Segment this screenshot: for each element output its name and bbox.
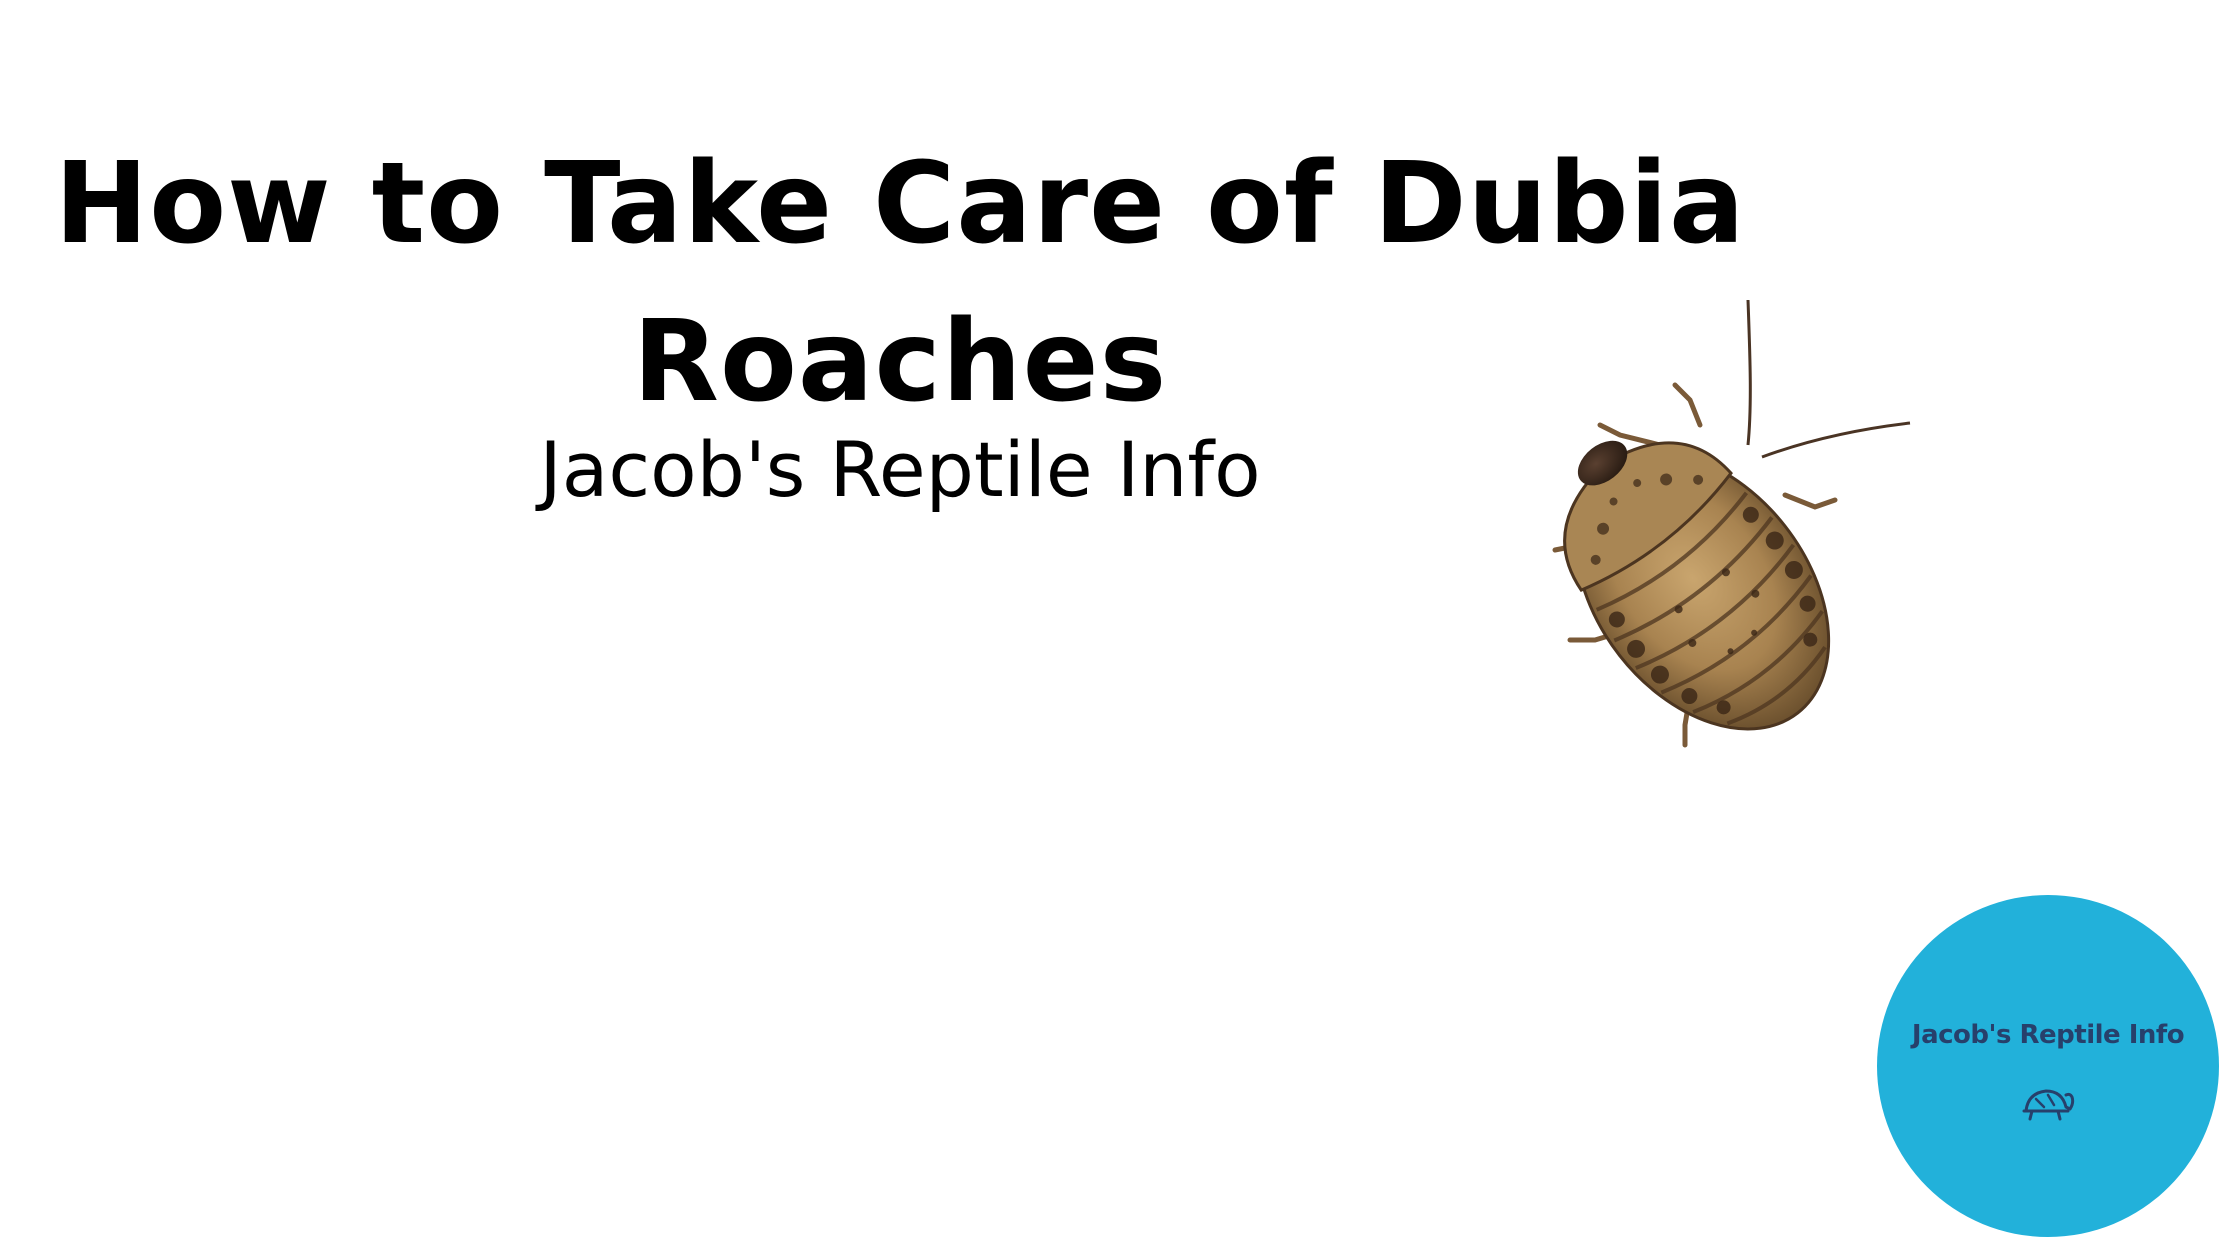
thumbnail-canvas: How to Take Care of Dubia Roaches Jacob'… [0, 0, 2240, 1260]
logo-badge: Jacob's Reptile Info [1877, 895, 2219, 1237]
dubia-roach-image [1552, 299, 1911, 748]
title-line-1: How to Take Care of Dubia [54, 139, 1746, 269]
logo-text: Jacob's Reptile Info [1911, 1020, 2185, 1050]
turtle-icon [2022, 1089, 2075, 1121]
